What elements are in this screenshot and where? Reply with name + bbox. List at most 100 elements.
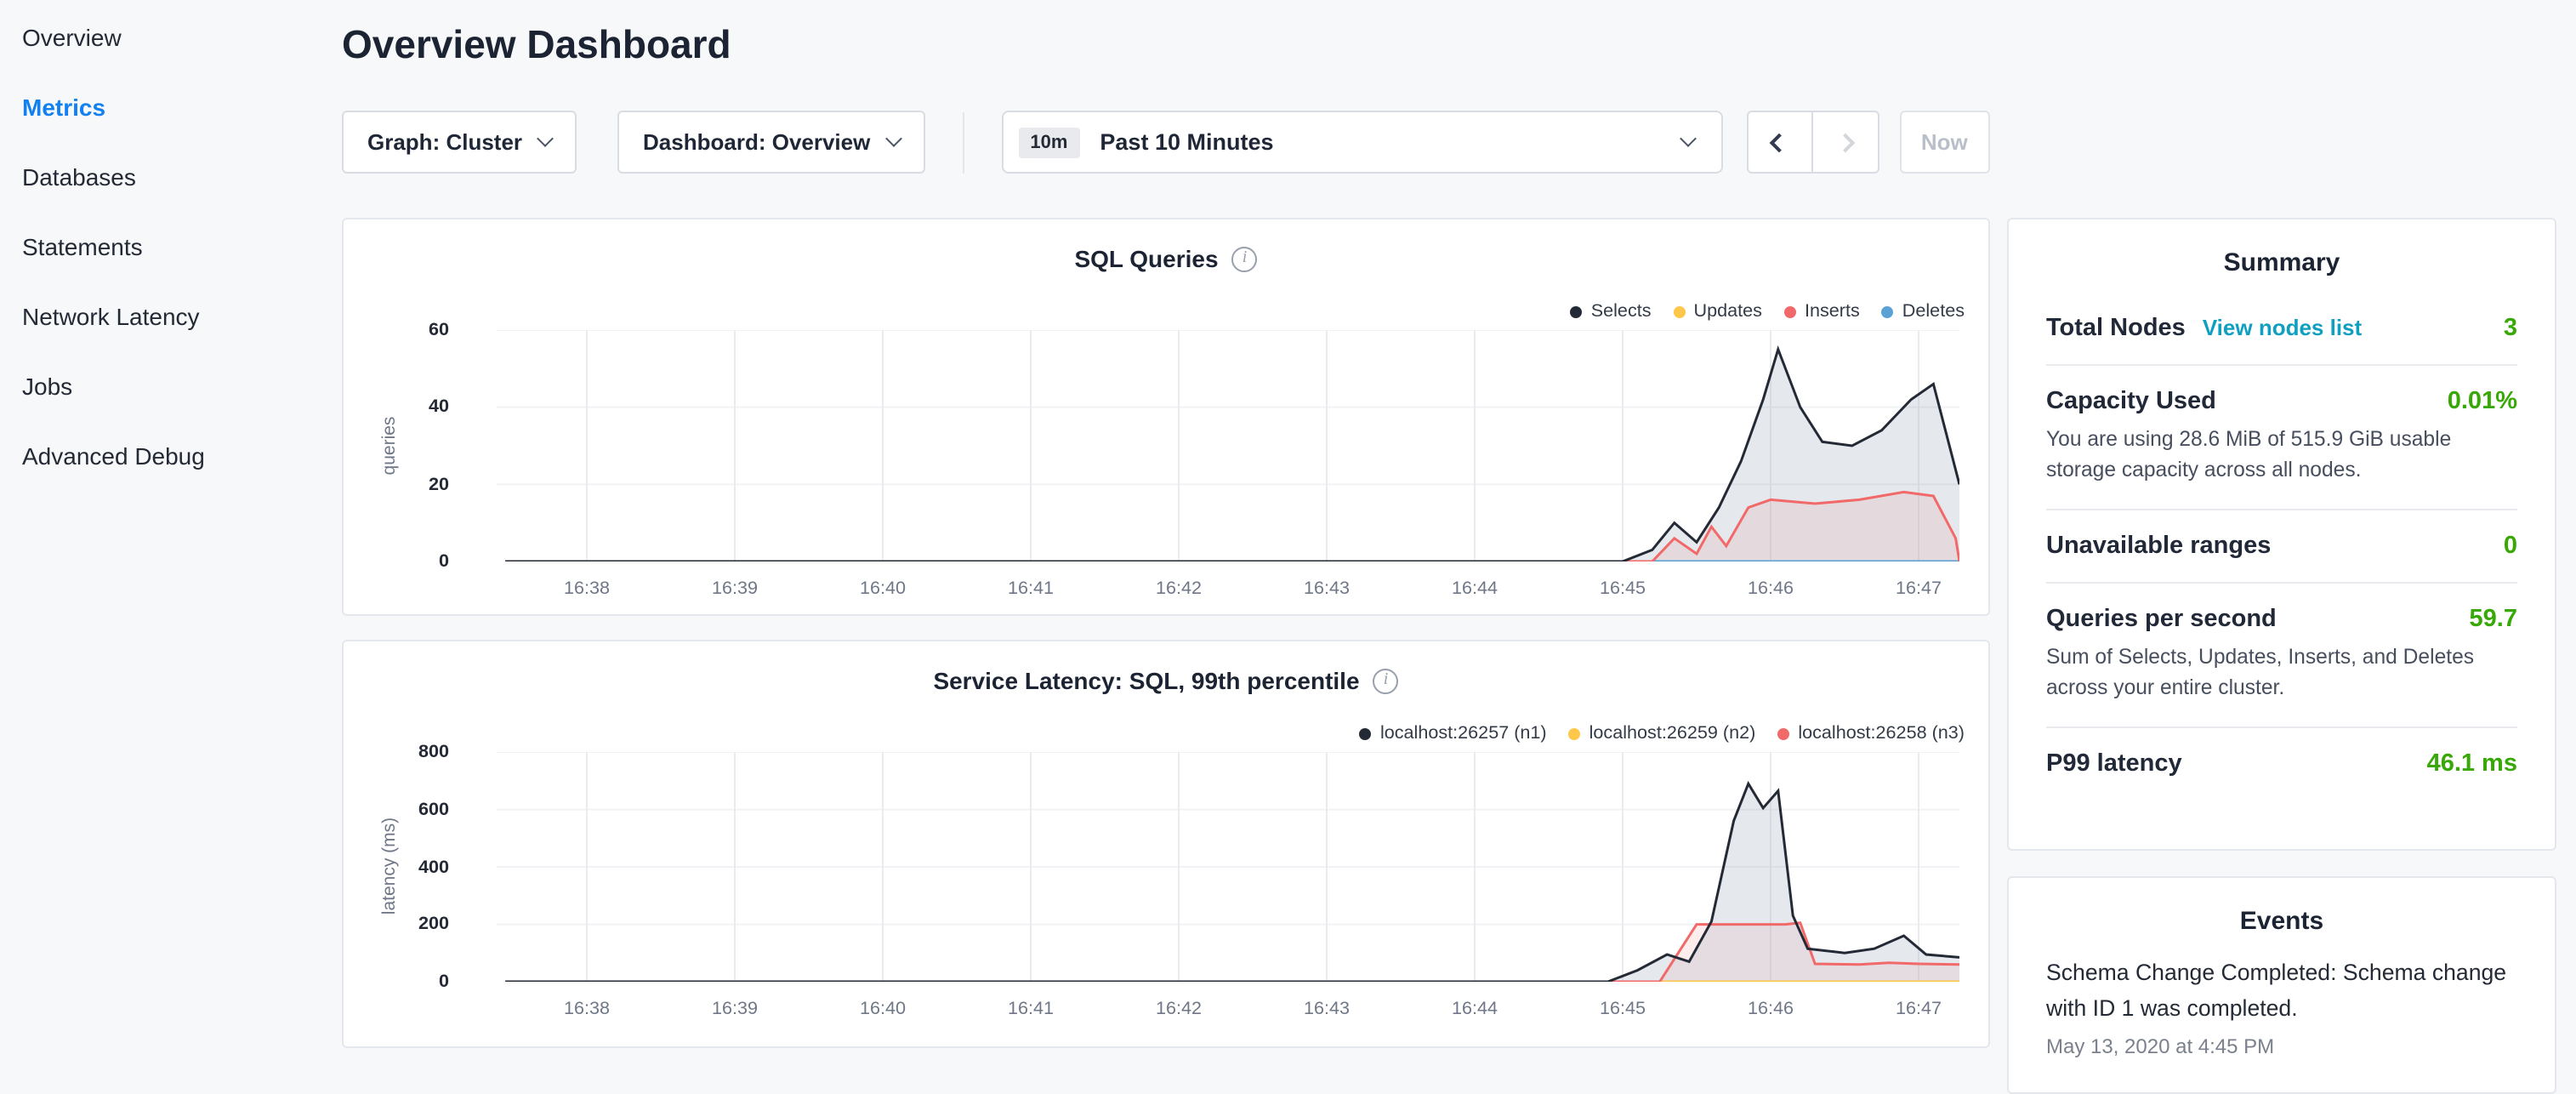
summary-row-total-nodes: Total Nodes View nodes list 3 — [2046, 293, 2517, 364]
x-tick-label: 16:40 — [832, 578, 934, 599]
legend-item[interactable]: Deletes — [1882, 301, 1965, 322]
sidebar-item-overview[interactable]: Overview — [0, 2, 323, 71]
y-tick-label: 200 — [418, 915, 449, 935]
sidebar: Overview Metrics Databases Statements Ne… — [0, 0, 323, 490]
summary-description: Sum of Selects, Updates, Inserts, and De… — [2046, 641, 2517, 704]
y-axis-title: queries — [379, 417, 400, 476]
y-tick-label: 400 — [418, 857, 449, 877]
y-tick-label: 0 — [439, 971, 449, 992]
summary-row-unavailable-ranges: Unavailable ranges 0 — [2046, 509, 2517, 582]
chevron-down-icon — [537, 130, 554, 147]
sidebar-item-metrics[interactable]: Metrics — [0, 71, 323, 141]
chevron-right-icon — [1835, 133, 1855, 152]
legend-dot-icon — [1569, 727, 1581, 739]
events-panel: Events Schema Change Completed: Schema c… — [2007, 876, 2556, 1094]
x-tick-label: 16:42 — [1128, 999, 1230, 1019]
summary-row-capacity-used: Capacity Used 0.01% You are using 28.6 M… — [2046, 364, 2517, 509]
sidebar-item-jobs[interactable]: Jobs — [0, 350, 323, 420]
events-title: Events — [2046, 878, 2517, 951]
legend-dot-icon — [1777, 727, 1789, 739]
summary-value: 3 — [2504, 315, 2517, 342]
legend-dot-icon — [1674, 305, 1686, 317]
sidebar-item-databases[interactable]: Databases — [0, 141, 323, 211]
chart-legend: Selects Updates Inserts Deletes — [1571, 301, 1965, 322]
sidebar-item-statements[interactable]: Statements — [0, 211, 323, 281]
info-icon[interactable]: i — [1232, 246, 1258, 271]
time-next-button[interactable] — [1812, 111, 1879, 174]
legend-dot-icon — [1360, 727, 1372, 739]
legend-item[interactable]: localhost:26259 (n2) — [1569, 723, 1756, 744]
sidebar-item-network-latency[interactable]: Network Latency — [0, 281, 323, 350]
legend-item[interactable]: Selects — [1571, 301, 1652, 322]
summary-description: You are using 28.6 MiB of 515.9 GiB usab… — [2046, 424, 2517, 487]
graph-dropdown[interactable]: Graph: Cluster — [342, 111, 577, 174]
x-tick-label: 16:43 — [1276, 999, 1378, 1019]
legend-dot-icon — [1571, 305, 1583, 317]
summary-value: 0 — [2504, 533, 2517, 560]
legend-dot-icon — [1882, 305, 1894, 317]
dashboard-controls: Graph: Cluster Dashboard: Overview 10m P… — [342, 111, 1989, 174]
info-icon[interactable]: i — [1373, 668, 1399, 693]
summary-row-queries-per-second: Queries per second 59.7 Sum of Selects, … — [2046, 582, 2517, 726]
y-tick-label: 800 — [418, 742, 449, 762]
y-tick-label: 20 — [429, 474, 449, 494]
x-tick-label: 16:38 — [536, 999, 638, 1019]
x-tick-label: 16:46 — [1720, 578, 1822, 599]
controls-divider — [962, 111, 964, 173]
sidebar-item-advanced-debug[interactable]: Advanced Debug — [0, 420, 323, 490]
app-root: Overview Metrics Databases Statements Ne… — [0, 0, 2576, 1051]
sql-queries-panel: SQL Queries i Selects Updates Inserts Delet… — [342, 218, 1990, 616]
summary-label: Total Nodes — [2046, 315, 2186, 342]
dashboard-dropdown[interactable]: Dashboard: Overview — [617, 111, 924, 174]
chevron-down-icon — [1679, 130, 1696, 147]
dashboard-dropdown-label: Dashboard: Overview — [643, 129, 870, 155]
right-sidebar: Summary Total Nodes View nodes list 3 Ca… — [2007, 218, 2556, 1094]
event-item[interactable]: Schema Change Completed: Schema change w… — [2046, 956, 2517, 1058]
time-range-picker[interactable]: 10m Past 10 Minutes — [1001, 111, 1722, 174]
legend-item[interactable]: localhost:26258 (n3) — [1777, 723, 1965, 744]
x-tick-label: 16:39 — [684, 999, 786, 1019]
summary-row-p99-latency: P99 latency 46.1 ms — [2046, 726, 2517, 800]
sql-queries-chart[interactable] — [497, 330, 1959, 561]
event-timestamp: May 13, 2020 at 4:45 PM — [2046, 1034, 2517, 1058]
now-button[interactable]: Now — [1899, 111, 1989, 174]
summary-label: Queries per second — [2046, 606, 2277, 633]
legend-dot-icon — [1784, 305, 1796, 317]
chart-title: Service Latency: SQL, 99th percentile — [933, 667, 1359, 694]
chart-header: SQL Queries i — [344, 245, 1988, 272]
y-tick-label: 0 — [439, 551, 449, 572]
chart-title: SQL Queries — [1074, 245, 1218, 272]
chart-header: Service Latency: SQL, 99th percentile i — [344, 667, 1988, 694]
time-prev-button[interactable] — [1746, 111, 1812, 174]
summary-label: P99 latency — [2046, 750, 2182, 778]
x-tick-label: 16:47 — [1868, 578, 1970, 599]
service-latency-chart[interactable] — [497, 752, 1959, 982]
summary-title: Summary — [2046, 219, 2517, 293]
time-step-buttons — [1746, 111, 1879, 174]
x-tick-label: 16:45 — [1572, 999, 1674, 1019]
x-tick-label: 16:38 — [536, 578, 638, 599]
time-range-label: Past 10 Minutes — [1100, 129, 1273, 155]
x-tick-label: 16:39 — [684, 578, 786, 599]
service-latency-panel: Service Latency: SQL, 99th percentile i … — [342, 640, 1990, 1048]
summary-label: Unavailable ranges — [2046, 533, 2271, 560]
graph-dropdown-label: Graph: Cluster — [367, 129, 522, 155]
y-tick-label: 40 — [429, 397, 449, 418]
y-axis-title: latency (ms) — [379, 818, 400, 915]
x-tick-label: 16:41 — [980, 999, 1082, 1019]
x-tick-label: 16:45 — [1572, 578, 1674, 599]
summary-panel: Summary Total Nodes View nodes list 3 Ca… — [2007, 218, 2556, 851]
legend-item[interactable]: Updates — [1674, 301, 1762, 322]
main-content: Overview Dashboard Graph: Cluster Dashbo… — [342, 0, 1990, 1051]
page-title: Overview Dashboard — [342, 22, 1990, 68]
view-nodes-link[interactable]: View nodes list — [2203, 315, 2362, 340]
legend-item[interactable]: Inserts — [1784, 301, 1860, 322]
chart-legend: localhost:26257 (n1) localhost:26259 (n2)… — [1360, 723, 1965, 744]
x-tick-label: 16:44 — [1424, 578, 1526, 599]
x-tick-label: 16:40 — [832, 999, 934, 1019]
y-tick-label: 60 — [429, 320, 449, 340]
legend-item[interactable]: localhost:26257 (n1) — [1360, 723, 1547, 744]
summary-value: 59.7 — [2470, 606, 2517, 633]
x-tick-label: 16:44 — [1424, 999, 1526, 1019]
x-tick-label: 16:41 — [980, 578, 1082, 599]
